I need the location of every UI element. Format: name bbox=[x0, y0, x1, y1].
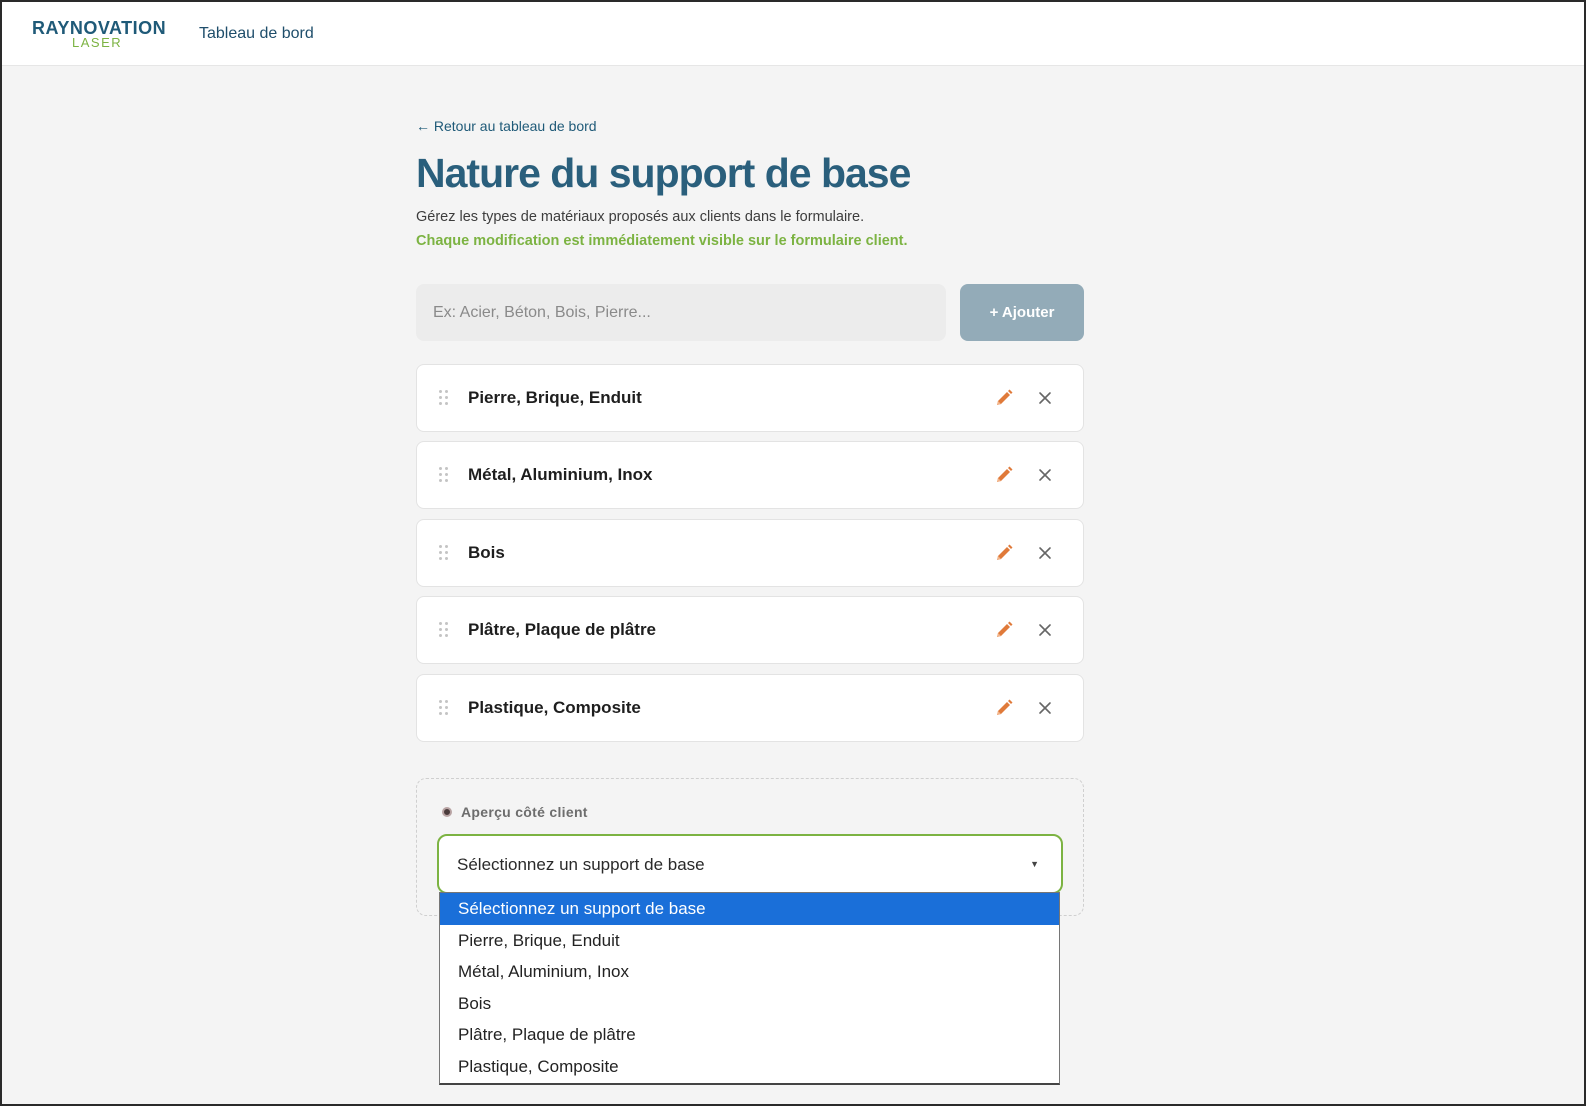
support-select[interactable]: Sélectionnez un support de base ▼ bbox=[437, 834, 1063, 894]
select-dropdown-list: Sélectionnez un support de base Pierre, B… bbox=[439, 892, 1060, 1085]
material-item[interactable]: Bois bbox=[416, 519, 1084, 587]
select-option[interactable]: Métal, Aluminium, Inox bbox=[440, 956, 1059, 988]
pencil-icon[interactable] bbox=[993, 387, 1015, 409]
drag-handle-icon[interactable] bbox=[439, 545, 449, 561]
pencil-icon[interactable] bbox=[993, 697, 1015, 719]
preview-label: Aperçu côté client bbox=[461, 804, 588, 820]
add-material-button[interactable]: + Ajouter bbox=[960, 284, 1084, 341]
close-icon[interactable] bbox=[1034, 619, 1056, 641]
drag-handle-icon[interactable] bbox=[439, 390, 449, 406]
material-item[interactable]: Plastique, Composite bbox=[416, 674, 1084, 742]
material-name-input[interactable] bbox=[416, 284, 946, 341]
pencil-icon[interactable] bbox=[993, 464, 1015, 486]
close-icon[interactable] bbox=[1034, 464, 1056, 486]
page-description: Gérez les types de matériaux proposés au… bbox=[416, 209, 865, 225]
drag-handle-icon[interactable] bbox=[439, 622, 449, 638]
material-item-label: Plâtre, Plaque de plâtre bbox=[468, 620, 657, 639]
close-icon[interactable] bbox=[1034, 542, 1056, 564]
material-item-label: Pierre, Brique, Enduit bbox=[468, 388, 642, 407]
select-option[interactable]: Bois bbox=[440, 988, 1059, 1020]
drag-handle-icon[interactable] bbox=[439, 700, 449, 716]
nav-dashboard-link[interactable]: Tableau de bord bbox=[199, 25, 314, 43]
logo[interactable]: RAYNOVATION LASER bbox=[32, 18, 172, 52]
caret-down-icon: ▼ bbox=[1030, 859, 1039, 869]
close-icon[interactable] bbox=[1034, 697, 1056, 719]
material-item-label: Plastique, Composite bbox=[468, 698, 641, 717]
close-icon[interactable] bbox=[1034, 387, 1056, 409]
select-option[interactable]: Pierre, Brique, Enduit bbox=[440, 925, 1059, 957]
page-title: Nature du support de base bbox=[416, 150, 911, 196]
material-item[interactable]: Métal, Aluminium, Inox bbox=[416, 441, 1084, 509]
material-item[interactable]: Pierre, Brique, Enduit bbox=[416, 364, 1084, 432]
app-window: RAYNOVATION LASER Tableau de bord ← Reto… bbox=[0, 0, 1586, 1106]
select-option[interactable]: Plastique, Composite bbox=[440, 1051, 1059, 1083]
select-option[interactable]: Sélectionnez un support de base bbox=[440, 893, 1059, 925]
pencil-icon[interactable] bbox=[993, 619, 1015, 641]
material-item-label: Bois bbox=[468, 543, 505, 562]
logo-sub-text: LASER bbox=[72, 35, 123, 50]
back-to-dashboard-link[interactable]: ← Retour au tableau de bord bbox=[416, 118, 597, 134]
select-current-value: Sélectionnez un support de base bbox=[457, 855, 705, 874]
select-option[interactable]: Plâtre, Plaque de plâtre bbox=[440, 1019, 1059, 1051]
page-description-highlight: Chaque modification est immédiatement vi… bbox=[416, 233, 908, 249]
material-item[interactable]: Plâtre, Plaque de plâtre bbox=[416, 596, 1084, 664]
top-bar: RAYNOVATION LASER Tableau de bord bbox=[2, 2, 1584, 66]
pencil-icon[interactable] bbox=[993, 542, 1015, 564]
material-item-label: Métal, Aluminium, Inox bbox=[468, 465, 653, 484]
eye-icon bbox=[442, 807, 452, 817]
drag-handle-icon[interactable] bbox=[439, 467, 449, 483]
